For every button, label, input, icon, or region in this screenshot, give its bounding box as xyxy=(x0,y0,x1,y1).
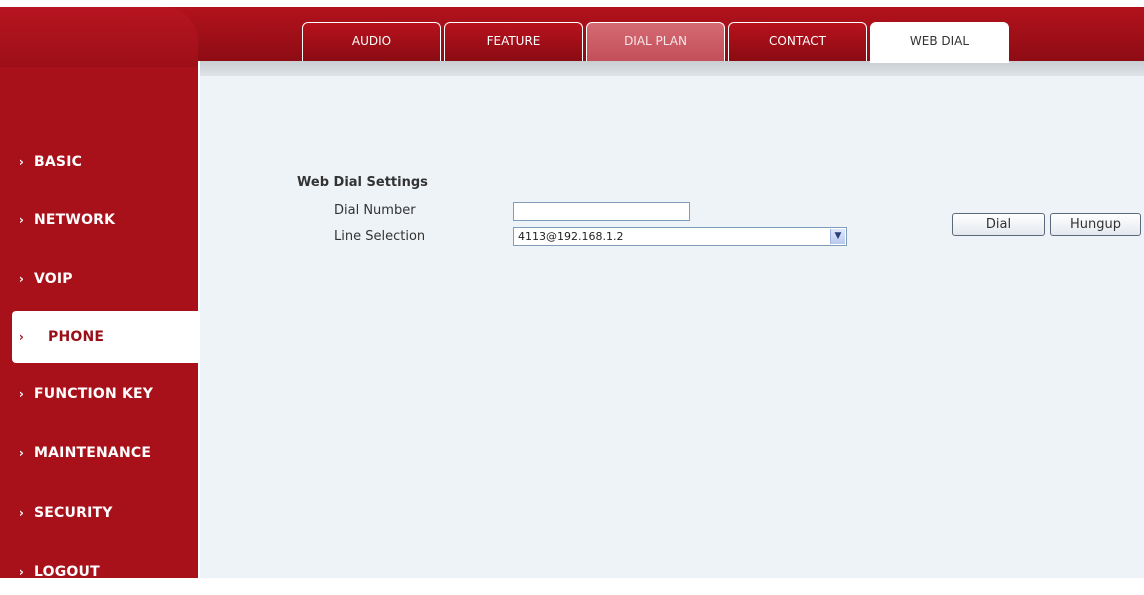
chevron-right-icon: › xyxy=(18,155,24,169)
header-strip xyxy=(200,61,1144,76)
tab-web-dial[interactable]: WEB DIAL xyxy=(870,22,1009,63)
sidebar-item-label: PHONE xyxy=(48,329,105,345)
dial-button[interactable]: Dial xyxy=(952,213,1045,236)
sidebar-item-label: BASIC xyxy=(34,154,83,170)
tab-dial-plan[interactable]: DIAL PLAN xyxy=(586,22,725,61)
tab-feature[interactable]: FEATURE xyxy=(444,22,583,61)
sidebar-item-network[interactable]: › NETWORK xyxy=(0,197,198,243)
sidebar-item-basic[interactable]: › BASIC xyxy=(0,139,198,185)
chevron-right-icon: › xyxy=(18,387,24,401)
sidebar-logo-area xyxy=(0,7,198,67)
dial-number-input[interactable] xyxy=(513,202,690,221)
tab-contact[interactable]: CONTACT xyxy=(728,22,867,61)
sidebar-item-security[interactable]: › SECURITY xyxy=(0,490,198,536)
sidebar-item-label: NETWORK xyxy=(34,212,116,228)
line-selection-select[interactable]: 4113@192.168.1.2 ▼ xyxy=(513,227,847,246)
sidebar-item-maintenance[interactable]: › MAINTENANCE xyxy=(0,430,198,476)
chevron-right-icon: › xyxy=(18,565,24,579)
sidebar-item-phone[interactable]: › PHONE xyxy=(12,311,198,363)
sidebar-item-logout[interactable]: › LOGOUT xyxy=(0,549,198,595)
chevron-right-icon: › xyxy=(18,446,24,460)
sidebar-item-label: VOIP xyxy=(34,271,73,287)
chevron-right-icon: › xyxy=(18,213,24,227)
dial-number-label: Dial Number xyxy=(334,203,416,218)
section-title: Web Dial Settings xyxy=(297,175,428,190)
chevron-down-icon[interactable]: ▼ xyxy=(830,229,845,244)
tab-audio[interactable]: AUDIO xyxy=(302,22,441,61)
sidebar-item-label: FUNCTION KEY xyxy=(34,386,154,402)
sidebar-item-voip[interactable]: › VOIP xyxy=(0,256,198,302)
chevron-right-icon: › xyxy=(18,506,24,520)
line-selection-label: Line Selection xyxy=(334,229,426,244)
line-selection-value: 4113@192.168.1.2 xyxy=(518,230,624,243)
sidebar-item-label: SECURITY xyxy=(34,505,113,521)
sidebar-item-label: MAINTENANCE xyxy=(34,445,152,461)
main-content xyxy=(200,76,1144,578)
hungup-button[interactable]: Hungup xyxy=(1050,213,1141,236)
chevron-right-icon: › xyxy=(18,330,24,344)
chevron-right-icon: › xyxy=(18,272,24,286)
sidebar-item-function-key[interactable]: › FUNCTION KEY xyxy=(0,371,198,417)
